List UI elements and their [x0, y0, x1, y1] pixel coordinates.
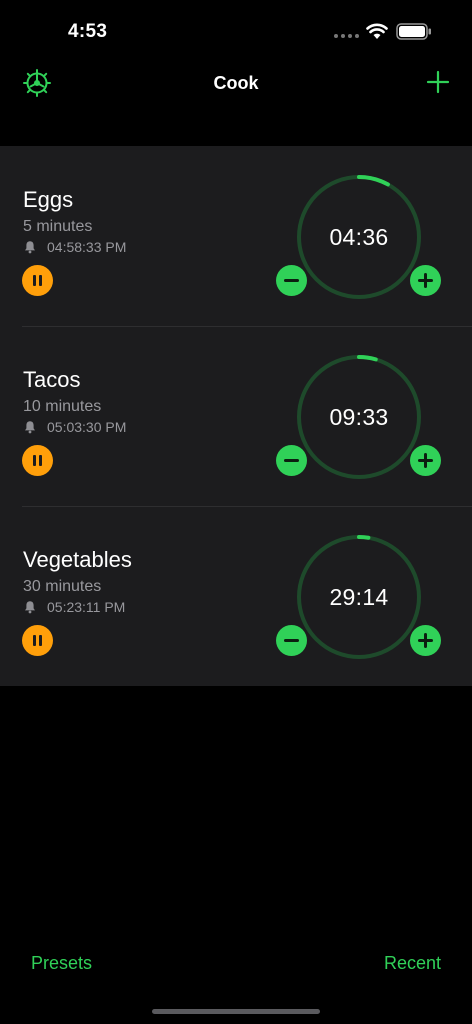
bell-icon — [25, 421, 35, 434]
status-bar: 4:53 — [0, 0, 472, 60]
page-title: Cook — [213, 73, 259, 93]
time-remaining: 29:14 — [329, 583, 389, 610]
alarm-time-label: 05:03:30 PM — [47, 419, 127, 435]
recent-button[interactable]: Recent — [384, 953, 441, 974]
timer-row: Vegetables 30 minutes 05:23:11 PM 29:14 — [0, 506, 472, 686]
bell-icon — [25, 601, 35, 614]
pause-button[interactable] — [22, 265, 53, 296]
alarm-time-label: 05:23:11 PM — [47, 599, 126, 615]
timer-name: Tacos — [23, 367, 81, 392]
time-remaining: 09:33 — [329, 403, 389, 430]
minus-icon — [284, 639, 299, 642]
status-time: 4:53 — [68, 21, 108, 42]
home-indicator[interactable] — [152, 1009, 320, 1014]
timer-row: Tacos 10 minutes 05:03:30 PM 09:33 — [0, 326, 472, 506]
plus-icon — [418, 453, 433, 468]
presets-button[interactable]: Presets — [31, 953, 92, 974]
timer-name: Eggs — [23, 187, 74, 212]
timer-alarm-time: 05:23:11 PM — [23, 599, 125, 615]
plus-icon[interactable] — [424, 68, 452, 96]
timer-list: Eggs 5 minutes 04:58:33 PM 04:36 Tacos 1… — [0, 146, 472, 686]
wifi-icon — [366, 23, 388, 39]
cellular-signal-icon — [334, 34, 359, 38]
time-remaining: 04:36 — [329, 223, 389, 250]
timer-progress-ring: 29:14 — [296, 534, 422, 660]
alarm-time-label: 04:58:33 PM — [47, 239, 127, 255]
timer-alarm-time: 04:58:33 PM — [23, 239, 126, 255]
timer-duration: 5 minutes — [23, 218, 93, 235]
navigation-bar: Cook — [0, 60, 472, 108]
timer-duration: 10 minutes — [23, 398, 102, 415]
decrease-time-button[interactable] — [276, 625, 307, 656]
timer-progress-ring: 04:36 — [296, 174, 422, 300]
plus-icon — [418, 633, 433, 648]
timer-name: Vegetables — [23, 547, 132, 572]
timer-row: Eggs 5 minutes 04:58:33 PM 04:36 — [0, 146, 472, 326]
timer-duration: 30 minutes — [23, 578, 102, 595]
bell-icon — [25, 241, 35, 254]
increase-time-button[interactable] — [410, 625, 441, 656]
pause-button[interactable] — [22, 625, 53, 656]
minus-icon — [284, 459, 299, 462]
plus-icon — [418, 273, 433, 288]
decrease-time-button[interactable] — [276, 265, 307, 296]
timer-alarm-time: 05:03:30 PM — [23, 419, 126, 435]
battery-icon — [396, 23, 431, 40]
increase-time-button[interactable] — [410, 265, 441, 296]
minus-icon — [284, 279, 299, 282]
decrease-time-button[interactable] — [276, 445, 307, 476]
increase-time-button[interactable] — [410, 445, 441, 476]
pause-button[interactable] — [22, 445, 53, 476]
timer-progress-ring: 09:33 — [296, 354, 422, 480]
